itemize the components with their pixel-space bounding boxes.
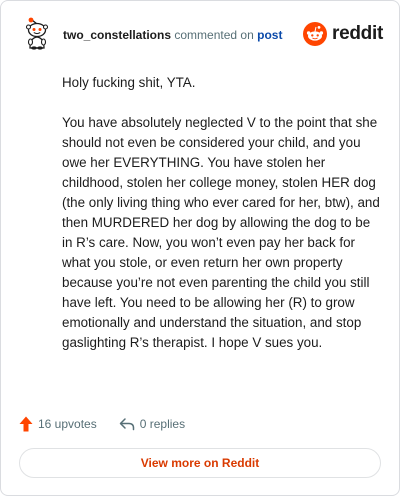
- embedded-comment-card: two_constellations commented on post red…: [0, 0, 400, 496]
- replies-button[interactable]: 0 replies: [119, 417, 185, 431]
- upvote-button[interactable]: 16 upvotes: [19, 416, 97, 432]
- reddit-wordmark: reddit: [332, 23, 383, 44]
- reddit-brand[interactable]: reddit: [303, 22, 383, 46]
- snoo-avatar-icon[interactable]: [21, 17, 53, 51]
- reply-arrow-icon: [119, 418, 134, 431]
- view-more-button[interactable]: View more on Reddit: [19, 448, 381, 478]
- comment-actions: 16 upvotes 0 replies: [19, 414, 185, 434]
- reply-count: 0 replies: [139, 417, 186, 431]
- comment-header: two_constellations commented on post red…: [21, 17, 383, 51]
- commented-on-text: commented on: [174, 28, 254, 42]
- post-link[interactable]: post: [257, 28, 282, 42]
- reddit-logo-icon: [303, 22, 328, 46]
- upvote-arrow-icon: [19, 416, 33, 432]
- username-link[interactable]: two_constellations: [63, 28, 171, 42]
- comment-paragraph: Holy fucking shit, YTA.: [62, 75, 196, 90]
- comment-paragraph: You have absolutely neglected V to the p…: [62, 115, 380, 350]
- upvote-count: 16 upvotes: [38, 417, 97, 431]
- comment-body: Holy fucking shit, YTA. You have absolut…: [62, 73, 384, 373]
- comment-attribution: two_constellations commented on post: [63, 28, 282, 42]
